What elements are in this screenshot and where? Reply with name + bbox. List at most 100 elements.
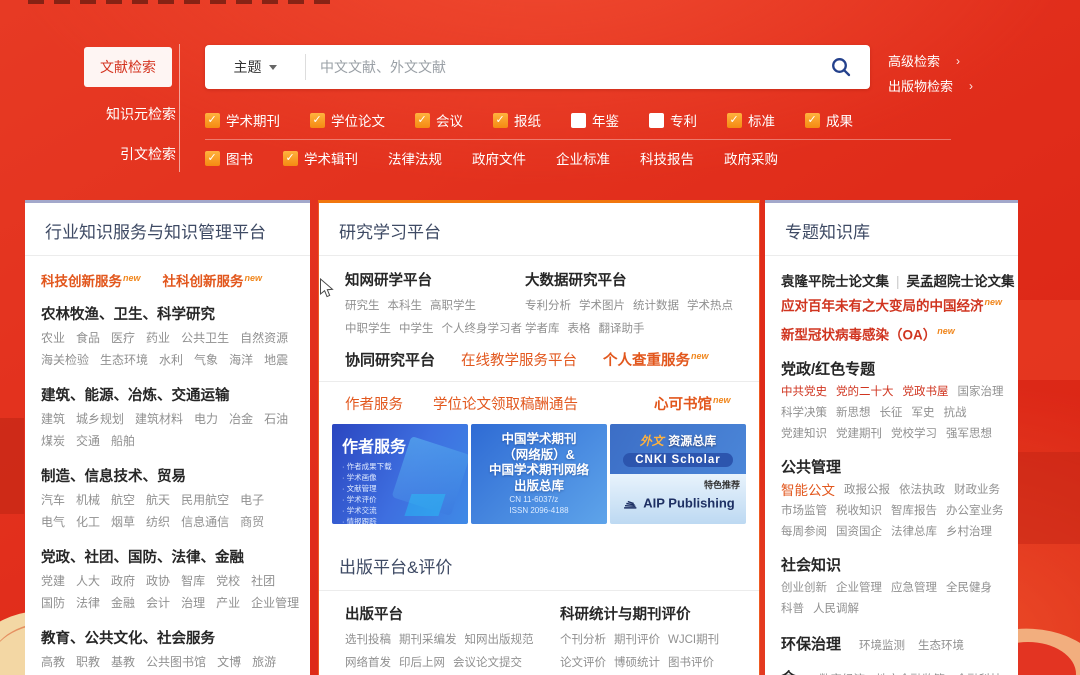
featured-service-link[interactable]: 社科创新服务new <box>163 270 263 290</box>
category-link[interactable]: 民用航空 <box>181 489 229 511</box>
evaluation-link[interactable]: 论文评价 <box>560 652 606 675</box>
doc-type-checkbox[interactable]: 政府采购 <box>724 148 778 168</box>
platform-link[interactable]: 协同研究平台new <box>345 349 435 370</box>
topic-link[interactable]: 市场监管 <box>781 501 827 522</box>
topic-link[interactable]: 党建知识 <box>781 424 827 445</box>
topic-link[interactable]: 生态环境 <box>918 637 964 653</box>
doc-type-checkbox[interactable]: 图书 <box>205 148 253 168</box>
topic-link[interactable]: 智能公文 <box>781 480 835 501</box>
category-link[interactable]: 海关检验 <box>41 349 89 371</box>
publishing-link[interactable]: 会议论文提交 <box>453 652 522 675</box>
doc-type-checkbox[interactable]: 专利 <box>649 110 697 130</box>
evaluation-link[interactable]: 图书评价 <box>668 652 714 675</box>
category-link[interactable]: 机械 <box>76 489 100 511</box>
service-link[interactable]: 心可书馆new <box>654 393 731 414</box>
category-link[interactable]: 电子 <box>240 489 264 511</box>
category-link[interactable]: 基教 <box>111 651 135 673</box>
evaluation-link[interactable]: 个刊分析 <box>560 629 606 652</box>
category-link[interactable]: 水利 <box>159 349 183 371</box>
topic-link[interactable]: 党校学习 <box>891 424 937 445</box>
platform-link[interactable]: 中学生 <box>399 318 434 341</box>
platform-link[interactable]: 表格 <box>568 318 591 341</box>
service-link[interactable]: 学位论文领取稿酬通告new <box>433 393 578 414</box>
topic-link[interactable]: 应急管理 <box>891 578 937 599</box>
platform-link[interactable]: 研究生 <box>345 295 380 318</box>
category-link[interactable]: 石油 <box>264 408 288 430</box>
featured-topic-link[interactable]: 应对百年未有之大变局的中国经济new <box>781 290 1002 319</box>
category-link[interactable]: 政协 <box>146 570 170 592</box>
china-academic-journal-banner[interactable]: 中国学术期刊（网络版）&中国学术期刊网络出版总库 CN 11-6037/zISS… <box>471 424 607 524</box>
category-link[interactable]: 治理 <box>181 592 205 614</box>
category-link[interactable]: 医疗 <box>111 327 135 349</box>
category-link[interactable]: 企业管理 <box>251 592 299 614</box>
platform-link[interactable]: 学术热点 <box>687 295 733 318</box>
topic-link[interactable]: 税收知识 <box>836 501 882 522</box>
doc-type-checkbox[interactable]: 学术辑刊 <box>283 148 358 168</box>
doc-type-checkbox[interactable]: 学位论文 <box>310 110 385 130</box>
category-link[interactable]: 船舶 <box>111 430 135 452</box>
collection-link[interactable]: 吴孟超院士论文集 <box>889 270 1015 290</box>
platform-link[interactable]: 专利分析 <box>525 295 571 318</box>
platform-link[interactable]: 翻译助手 <box>599 318 645 341</box>
topic-link[interactable]: 金融科技 <box>956 671 1002 675</box>
category-link[interactable]: 公共卫生 <box>181 327 229 349</box>
category-link[interactable]: 文博 <box>217 651 241 673</box>
topic-link[interactable]: 智库报告 <box>891 501 937 522</box>
topic-link[interactable]: 地方金融监管 <box>876 671 945 675</box>
platform-link[interactable]: 中职学生 <box>345 318 391 341</box>
doc-type-checkbox[interactable]: 科技报告 <box>640 148 694 168</box>
category-link[interactable]: 党建 <box>41 570 65 592</box>
topic-link[interactable]: 政报公报 <box>844 480 890 501</box>
evaluation-link[interactable]: 期刊评价 <box>614 629 660 652</box>
platform-link[interactable]: 在线教学服务平台new <box>461 349 577 370</box>
category-link[interactable]: 航空 <box>111 489 135 511</box>
category-link[interactable]: 职教 <box>76 651 100 673</box>
category-link[interactable]: 智库 <box>181 570 205 592</box>
category-link[interactable]: 纺织 <box>146 511 170 533</box>
topic-link[interactable]: 抗战 <box>944 403 967 424</box>
category-link[interactable]: 化工 <box>76 511 100 533</box>
category-link[interactable]: 金融 <box>111 592 135 614</box>
topic-link[interactable]: 人民调解 <box>813 599 859 620</box>
category-link[interactable]: 高教 <box>41 651 65 673</box>
topic-link[interactable]: 乡村治理 <box>946 522 992 543</box>
evaluation-link[interactable]: WJCI期刊 <box>668 629 719 652</box>
topic-link[interactable]: 党政书屋 <box>903 382 949 403</box>
category-link[interactable]: 人大 <box>76 570 100 592</box>
category-link[interactable]: 气象 <box>194 349 218 371</box>
doc-type-checkbox[interactable]: 会议 <box>415 110 463 130</box>
category-link[interactable]: 政府 <box>111 570 135 592</box>
category-link[interactable]: 电气 <box>41 511 65 533</box>
advanced-search-link[interactable]: 高级检索 › <box>888 51 960 70</box>
doc-type-checkbox[interactable]: 政府文件 <box>472 148 526 168</box>
category-link[interactable]: 煤炭 <box>41 430 65 452</box>
author-services-banner[interactable]: 作者服务 作者成果下载学术画像文献管理学术评价学术交流情报跟踪 <box>332 424 468 524</box>
platform-link[interactable]: 个人终身学习者 <box>442 318 523 341</box>
category-link[interactable]: 法律 <box>76 592 100 614</box>
topic-link[interactable]: 中共党史 <box>781 382 827 403</box>
cnki-scholar-banner[interactable]: 外文 资源总库 CNKI Scholar 特色推荐 AIP Publishing <box>610 424 746 524</box>
doc-type-checkbox[interactable]: 企业标准 <box>556 148 610 168</box>
category-link[interactable]: 农业 <box>41 327 65 349</box>
publishing-link[interactable]: 知网出版规范 <box>465 629 534 652</box>
category-link[interactable]: 地震 <box>264 349 288 371</box>
search-input[interactable] <box>306 59 812 75</box>
category-link[interactable]: 公共图书馆 <box>146 651 206 673</box>
topic-link[interactable]: 军史 <box>912 403 935 424</box>
doc-type-checkbox[interactable]: 学术期刊 <box>205 110 280 130</box>
doc-type-checkbox[interactable]: 成果 <box>805 110 853 130</box>
category-link[interactable]: 航天 <box>146 489 170 511</box>
tab-knowledge-element-search[interactable]: 知识元检索 <box>40 104 176 124</box>
topic-link[interactable]: 每周参阅 <box>781 522 827 543</box>
category-link[interactable]: 食品 <box>76 327 100 349</box>
publishing-link[interactable]: 印后上网 <box>399 652 445 675</box>
topic-link[interactable]: 科学决策 <box>781 403 827 424</box>
topic-link[interactable]: 数字经济 <box>819 671 865 675</box>
collection-link[interactable]: 袁隆平院士论文集 <box>781 270 889 290</box>
category-link[interactable]: 社团 <box>251 570 275 592</box>
category-link[interactable]: 自然资源 <box>240 327 288 349</box>
tab-citation-search[interactable]: 引文检索 <box>40 144 176 164</box>
doc-type-checkbox[interactable]: 年鉴 <box>571 110 619 130</box>
publishing-link[interactable]: 选刊投稿 <box>345 629 391 652</box>
search-field-select[interactable]: 主题 <box>205 57 305 77</box>
